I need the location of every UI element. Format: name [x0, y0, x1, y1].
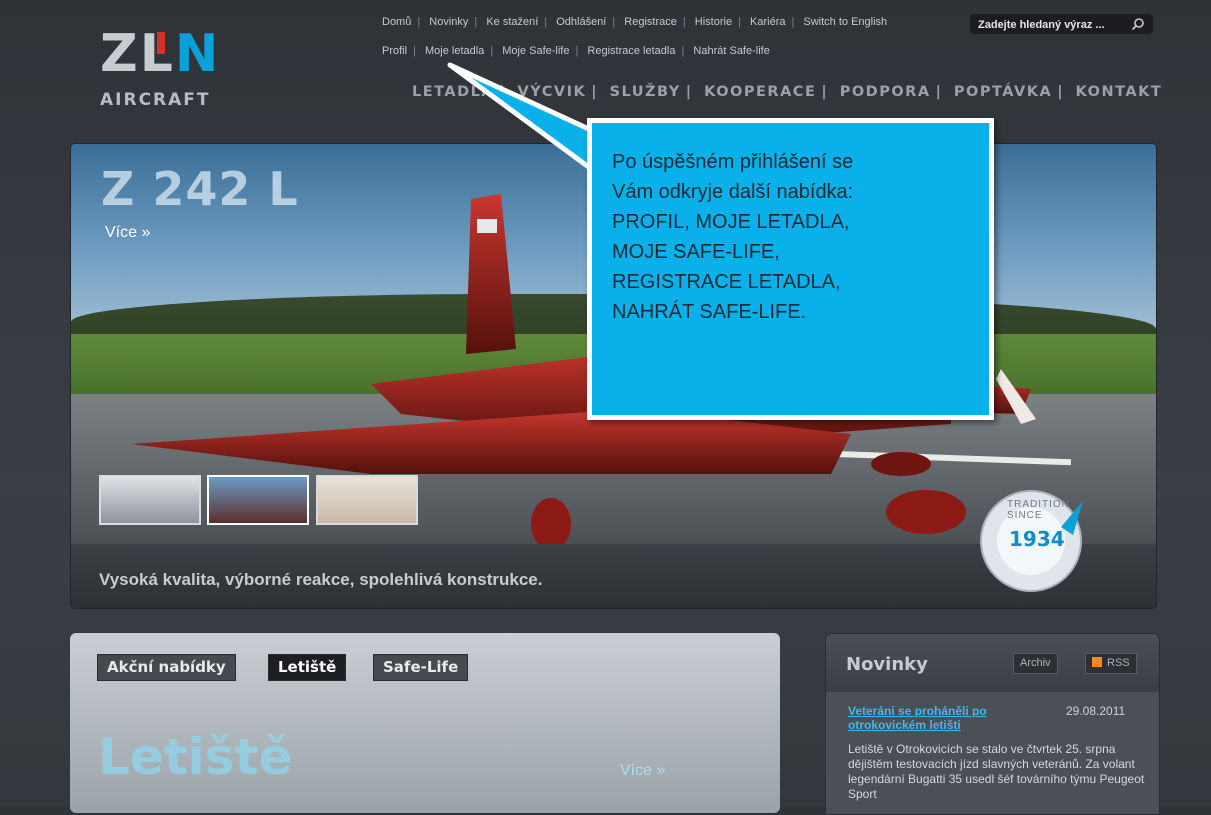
panel-more-link[interactable]: Více »: [620, 762, 665, 780]
callout-line: PROFIL, MOJE LETADLA,: [612, 211, 850, 233]
top-link-news[interactable]: Novinky: [429, 16, 468, 28]
top-link-downloads[interactable]: Ke stažení: [486, 16, 538, 28]
top-link-logout[interactable]: Odhlášení: [556, 16, 606, 28]
top-link-career[interactable]: Kariéra: [750, 16, 785, 28]
logo-mark: ZLN: [100, 24, 221, 84]
top-link-home[interactable]: Domů: [382, 16, 411, 28]
hero-thumbnail-2[interactable]: [207, 475, 309, 525]
news-rss-button[interactable]: RSS: [1085, 653, 1137, 674]
badge-tradition-text: TRADITION SINCE: [1007, 499, 1070, 521]
top-link-history[interactable]: Historie: [695, 16, 732, 28]
search-box[interactable]: [970, 14, 1153, 34]
callout-line: REGISTRACE LETADLA,: [612, 271, 841, 293]
nav-item-cooperation[interactable]: KOOPERACE: [704, 84, 816, 100]
tradition-badge: TRADITION SINCE 1934: [977, 487, 1085, 595]
callout-line: Vám odkryje další nabídka:: [612, 181, 854, 203]
sub-link-register-aircraft[interactable]: Registrace letadla: [587, 45, 675, 57]
hero-thumbnail-3[interactable]: [316, 475, 418, 525]
search-icon[interactable]: [1131, 17, 1145, 31]
tab-airport[interactable]: Letiště: [268, 654, 347, 681]
featured-panel: Akční nabídky Letiště Safe-Life Letiště …: [70, 633, 780, 813]
zlin-logo[interactable]: ZLN AIRCRAFT: [100, 28, 230, 123]
badge-year: 1934: [1009, 527, 1065, 551]
rss-label: RSS: [1107, 657, 1130, 669]
sub-link-upload-safe-life[interactable]: Nahrát Safe-life: [693, 45, 769, 57]
annotation-callout: Po úspěšném přihlášení se Vám odkryje da…: [587, 118, 994, 420]
callout-line: Po úspěšném přihlášení se: [612, 151, 854, 173]
top-link-registration[interactable]: Registrace: [624, 16, 677, 28]
callout-line: MOJE SAFE-LIFE,: [612, 241, 780, 263]
callout-line: NAHRÁT SAFE-LIFE.: [612, 301, 807, 323]
hero-caption: Vysoká kvalita, výborné reakce, spolehli…: [99, 570, 543, 589]
news-item-text: Letiště v Otrokovicích se stalo ve čtvrt…: [848, 742, 1145, 801]
sub-link-profile[interactable]: Profil: [382, 45, 407, 57]
nav-item-support[interactable]: PODPORA: [840, 84, 931, 100]
news-archive-button[interactable]: Archiv: [1013, 653, 1058, 674]
logo-red-bar: [157, 32, 165, 54]
hero-thumbnail-1[interactable]: [99, 475, 201, 525]
hero-more-link[interactable]: Více »: [105, 224, 150, 242]
nav-item-contact[interactable]: KONTAKT: [1076, 84, 1163, 100]
user-sub-links: Profil | Moje letadla | Moje Safe-life | Re…: [382, 45, 770, 57]
sub-link-my-aircraft[interactable]: Moje letadla: [425, 45, 484, 57]
sub-link-my-safe-life[interactable]: Moje Safe-life: [502, 45, 569, 57]
rss-icon: [1092, 657, 1102, 667]
news-title: Novinky: [846, 654, 928, 675]
callout-text: Po úspěšném přihlášení se Vám odkryje da…: [612, 147, 962, 327]
logo-subtitle: AIRCRAFT: [100, 90, 211, 110]
hero-title: Z 242 L: [101, 162, 299, 216]
news-item-headline[interactable]: Veteráni se proháněli po otrokovickém le…: [848, 704, 1028, 732]
tab-safe-life[interactable]: Safe-Life: [373, 654, 469, 681]
news-item-date: 29.08.2011: [1066, 704, 1126, 718]
top-links: Domů | Novinky | Ke stažení | Odhlášení | Re…: [382, 16, 888, 28]
news-item: Veteráni se proháněli po otrokovickém le…: [826, 692, 1159, 814]
panel-title: Letiště: [98, 728, 293, 786]
search-input[interactable]: [976, 16, 1130, 34]
top-link-english[interactable]: Switch to English: [803, 16, 887, 28]
nav-item-inquiry[interactable]: POPTÁVKA: [954, 84, 1052, 100]
tab-special-offers[interactable]: Akční nabídky: [97, 654, 236, 681]
news-box: Novinky Archiv RSS Veteráni se proháněli…: [825, 633, 1160, 815]
